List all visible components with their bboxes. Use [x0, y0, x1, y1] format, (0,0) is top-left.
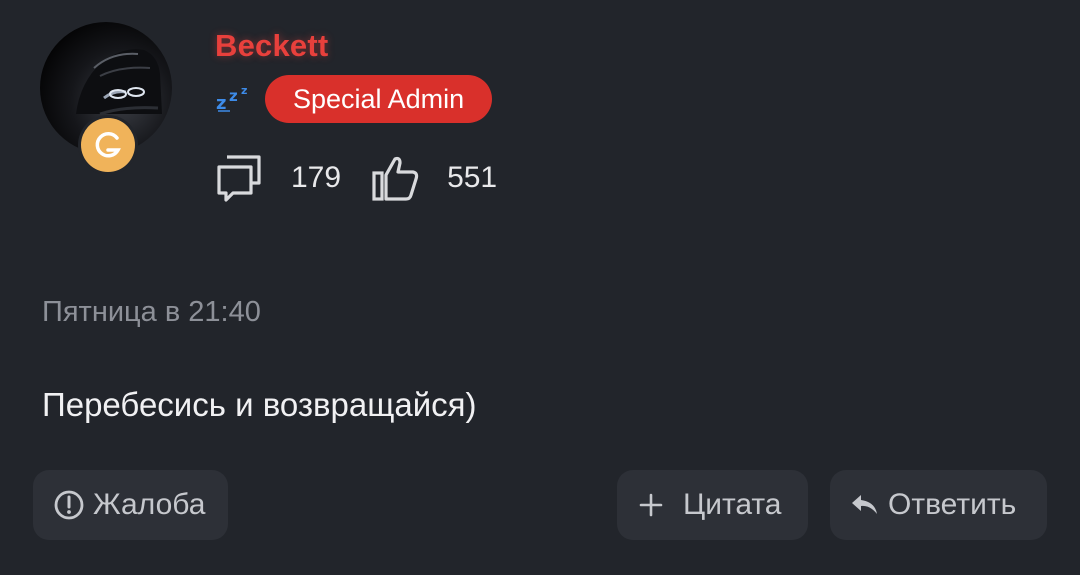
svg-text:z: z — [229, 87, 238, 105]
alert-circle-icon — [53, 489, 85, 521]
svg-text:z: z — [241, 84, 247, 97]
messages-icon — [215, 153, 265, 203]
thumbs-up-icon — [371, 153, 421, 203]
plus-icon — [639, 493, 663, 517]
forum-post: Beckett z z z Special Admin 179 551 Пятн… — [0, 0, 1080, 575]
rank-badge-icon — [81, 118, 135, 172]
report-button[interactable]: Жалоба — [33, 470, 228, 540]
quote-button[interactable]: Цитата — [617, 470, 808, 540]
role-badge: Special Admin — [265, 75, 493, 123]
reply-arrow-icon — [850, 492, 880, 518]
svg-text:z: z — [216, 93, 226, 112]
author-stats: 179 551 — [215, 150, 497, 206]
post-message: Перебесись и возвращайся) — [42, 386, 477, 423]
quote-label: Цитата — [683, 488, 782, 521]
messages-count: 179 — [291, 161, 342, 194]
reply-button[interactable]: Ответить — [830, 470, 1047, 540]
reply-label: Ответить — [888, 488, 1017, 521]
likes-count: 551 — [447, 161, 498, 194]
username[interactable]: Beckett — [215, 26, 328, 66]
report-label: Жалоба — [93, 488, 206, 521]
post-date[interactable]: Пятница в 21:40 — [42, 293, 261, 331]
sleep-zzz-icon: z z z — [216, 82, 256, 114]
avatar-container — [40, 22, 174, 172]
